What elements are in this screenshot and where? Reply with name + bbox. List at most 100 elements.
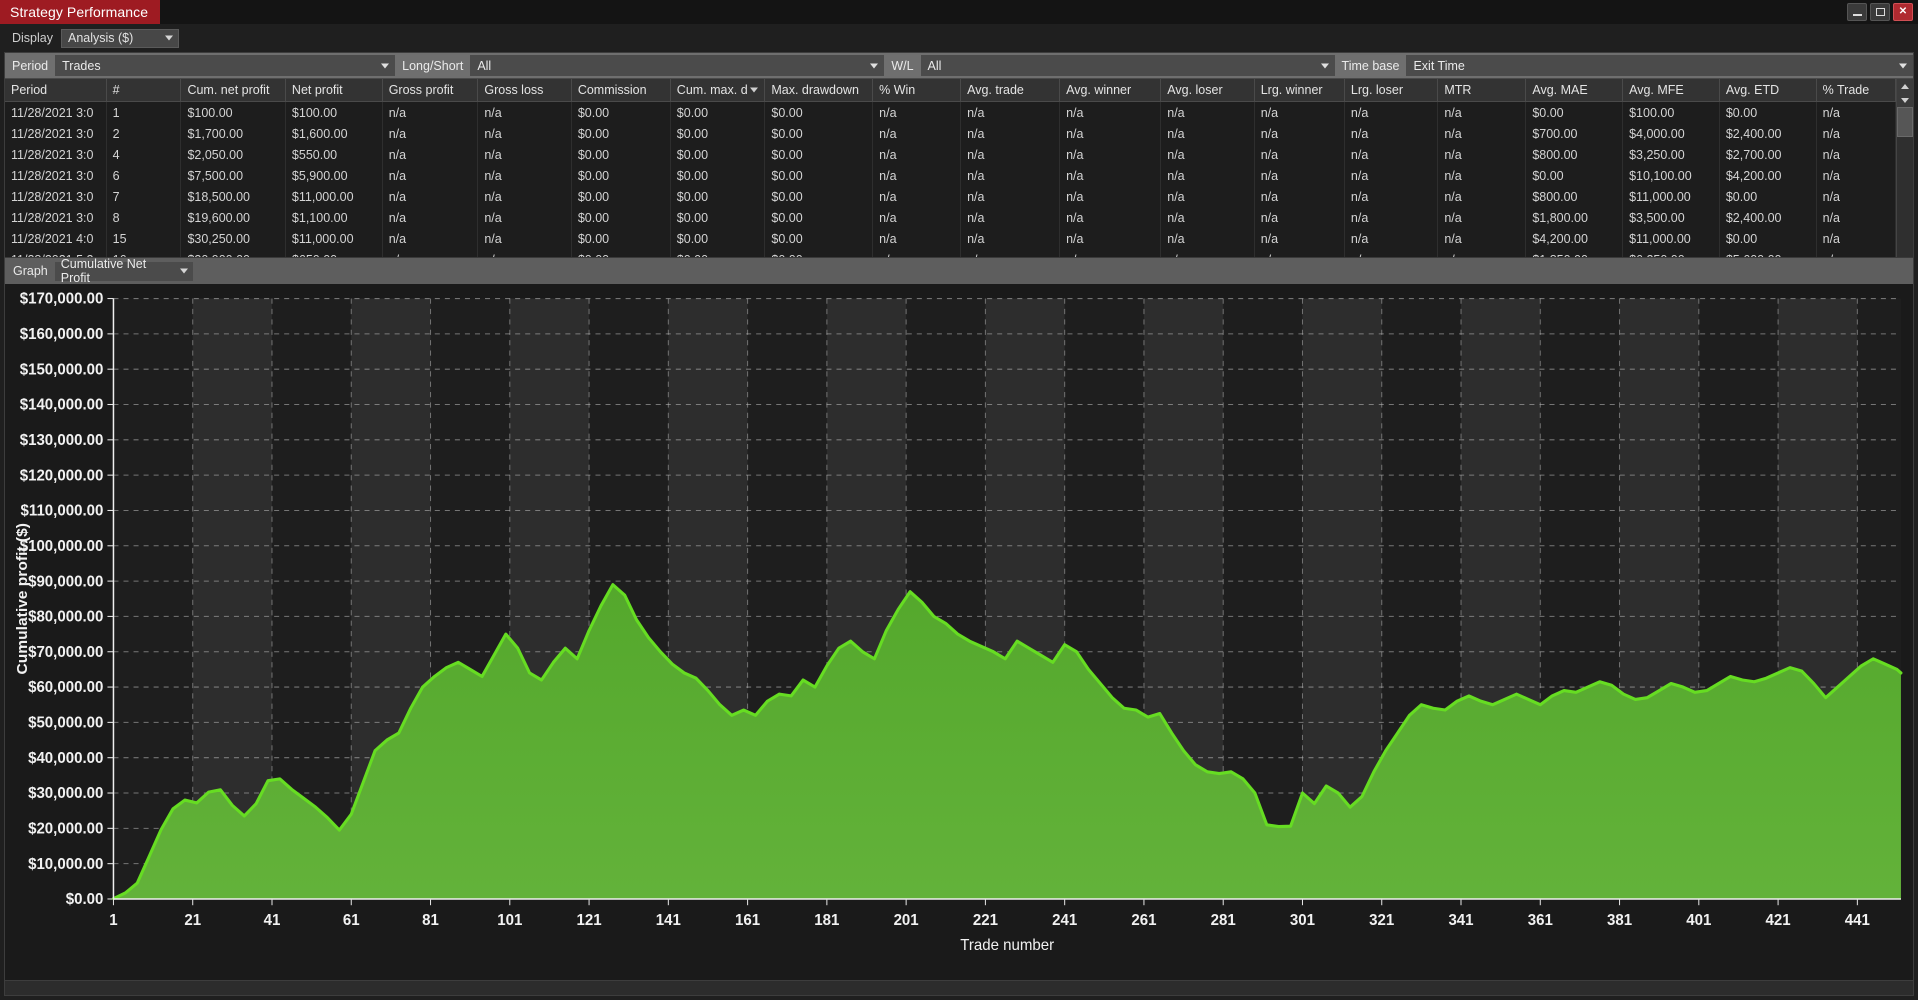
scrollbar-track[interactable] [1897, 137, 1913, 257]
table-cell: n/a [1344, 165, 1439, 186]
chevron-down-icon [1320, 63, 1329, 68]
filter-select-longshort[interactable]: All [470, 55, 885, 76]
filter-value-winloss: All [927, 58, 942, 73]
table-cell: 8 [106, 207, 182, 228]
y-axis-tick-label: $60,000.00 [28, 679, 103, 696]
table-cell: n/a [960, 228, 1061, 249]
table-cell: n/a [477, 123, 572, 144]
table-column-header[interactable]: Lrg. loser [1344, 79, 1439, 102]
x-axis-tick-label: 341 [1448, 912, 1474, 929]
table-column-header[interactable]: Cum. max. d [670, 79, 766, 102]
table-row[interactable]: 11/28/2021 3:0 6 $7,500.00 $5,900.00 n/a n/a $… [5, 165, 1896, 186]
filter-select-period[interactable]: Trades [55, 55, 396, 76]
table-cell: $0.00 [764, 228, 874, 249]
table-cell: n/a [1816, 249, 1896, 257]
table-row[interactable]: 11/28/2021 3:0 4 $2,050.00 $550.00 n/a n/a $0.… [5, 144, 1896, 165]
table-cell: 16 [106, 249, 182, 257]
scrollbar-thumb[interactable] [1897, 107, 1913, 137]
table-column-header[interactable]: % Trade [1816, 79, 1896, 102]
table-cell: $0.00 [764, 207, 874, 228]
table-cell: $11,000.00 [1622, 186, 1720, 207]
table-vertical-scrollbar[interactable] [1896, 79, 1913, 257]
table-cell: $1,700.00 [180, 123, 286, 144]
table-cell: $0.00 [764, 144, 874, 165]
y-axis-tick-label: $50,000.00 [28, 714, 103, 731]
maximize-button[interactable] [1870, 3, 1890, 21]
table-column-header[interactable]: Gross profit [382, 79, 479, 102]
filter-select-timebase[interactable]: Exit Time [1406, 55, 1913, 76]
table-cell: $0.00 [571, 186, 671, 207]
table-column-header[interactable]: Period [5, 79, 107, 102]
table-column-header[interactable]: Max. drawdown [764, 79, 874, 102]
table-cell: n/a [1059, 249, 1162, 257]
table-cell: $0.00 [1525, 101, 1624, 123]
table-column-header[interactable]: Lrg. winner [1254, 79, 1345, 102]
table-cell: $100.00 [285, 101, 383, 123]
x-axis-tick-label: 21 [184, 912, 201, 929]
x-axis-tick-label: 41 [264, 912, 281, 929]
table-cell: n/a [1344, 249, 1439, 257]
content-panel: Period Trades Long/Short All W/L All Tim… [4, 52, 1914, 996]
table-column-header[interactable]: Avg. loser [1160, 79, 1255, 102]
filter-label-timebase: Time base [1334, 53, 1407, 78]
table-column-header[interactable]: Avg. MFE [1622, 79, 1720, 102]
y-axis-tick-label: $40,000.00 [28, 750, 103, 767]
y-axis-tick-label: $170,000.00 [20, 291, 104, 308]
x-axis-tick-label: 1 [109, 912, 118, 929]
scroll-up-button[interactable] [1897, 79, 1913, 93]
table-cell: n/a [1254, 207, 1345, 228]
chevron-down-icon [870, 63, 879, 68]
tab-strategy-performance[interactable]: Strategy Performance [0, 0, 161, 24]
filter-select-winloss[interactable]: All [920, 55, 1335, 76]
table-column-header[interactable]: Avg. trade [960, 79, 1061, 102]
table-cell: n/a [1816, 186, 1896, 207]
table-column-header[interactable]: Gross loss [477, 79, 572, 102]
table-column-header[interactable]: Avg. MAE [1525, 79, 1624, 102]
table-cell: $4,200.00 [1719, 165, 1817, 186]
graph-label: Graph [13, 264, 48, 278]
display-select-value: Analysis ($) [68, 31, 134, 45]
table-row[interactable]: 11/28/2021 5:216$30,900.00$650.00n/an/a$… [5, 249, 1896, 257]
table-row[interactable]: 11/28/2021 3:0 1 $100.00 $100.00 n/a n/a $0.00… [5, 101, 1896, 123]
table-cell: n/a [1437, 228, 1527, 249]
table-column-header[interactable]: Commission [571, 79, 671, 102]
table-cell: n/a [382, 186, 479, 207]
table-column-header-label: Max. drawdown [771, 83, 859, 97]
table-row[interactable]: 11/28/2021 3:0 7 $18,500.00 $11,000.00 n/a n/… [5, 186, 1896, 207]
table-cell: $30,250.00 [180, 228, 286, 249]
table-column-header[interactable]: # [106, 79, 182, 102]
window-titlebar: Strategy Performance ✕ [0, 0, 1918, 24]
table-column-header[interactable]: % Win [872, 79, 962, 102]
graph-type-select[interactable]: Cumulative Net Profit [54, 257, 193, 285]
table-row[interactable]: 11/28/2021 3:0 8 $19,600.00 $1,100.00 n/a n/a… [5, 207, 1896, 228]
close-button[interactable]: ✕ [1893, 3, 1913, 21]
x-axis-tick-label: 421 [1766, 912, 1792, 929]
table-cell: n/a [960, 186, 1061, 207]
table-cell: n/a [1059, 186, 1162, 207]
table-column-header[interactable]: MTR [1437, 79, 1527, 102]
table-cell: $0.00 [571, 123, 671, 144]
table-column-header[interactable]: Avg. winner [1059, 79, 1162, 102]
table-cell: n/a [872, 228, 962, 249]
table-cell: $0.00 [1719, 228, 1817, 249]
y-axis-tick-label: $70,000.00 [28, 644, 103, 661]
performance-table-container: Period # Cum. net profit Net profit Gross pr… [5, 79, 1913, 257]
minimize-button[interactable] [1847, 3, 1867, 21]
table-column-header[interactable]: Avg. ETD [1719, 79, 1817, 102]
table-cell: n/a [960, 123, 1061, 144]
chart-horizontal-scrollbar[interactable] [5, 980, 1913, 995]
table-cell: $10,100.00 [1622, 165, 1720, 186]
table-row[interactable]: 11/28/2021 4:0 15 $30,250.00 $11,000.00 n/a n… [5, 228, 1896, 249]
table-cell: 11/28/2021 3:0 [5, 123, 107, 144]
display-select[interactable]: Analysis ($) [61, 28, 179, 48]
table-cell: n/a [960, 249, 1061, 257]
x-axis-tick-label: 441 [1845, 912, 1871, 929]
table-cell: n/a [872, 144, 962, 165]
table-column-header-label: Commission [577, 83, 647, 97]
table-cell: $1,850.00 [1525, 249, 1624, 257]
table-column-header[interactable]: Net profit [285, 79, 383, 102]
scroll-down-button[interactable] [1897, 93, 1913, 107]
table-row[interactable]: 11/28/2021 3:0 2 $1,700.00 $1,600.00 n/a n/a $… [5, 123, 1896, 144]
table-column-header[interactable]: Cum. net profit [180, 79, 286, 102]
table-cell: $2,400.00 [1719, 207, 1817, 228]
